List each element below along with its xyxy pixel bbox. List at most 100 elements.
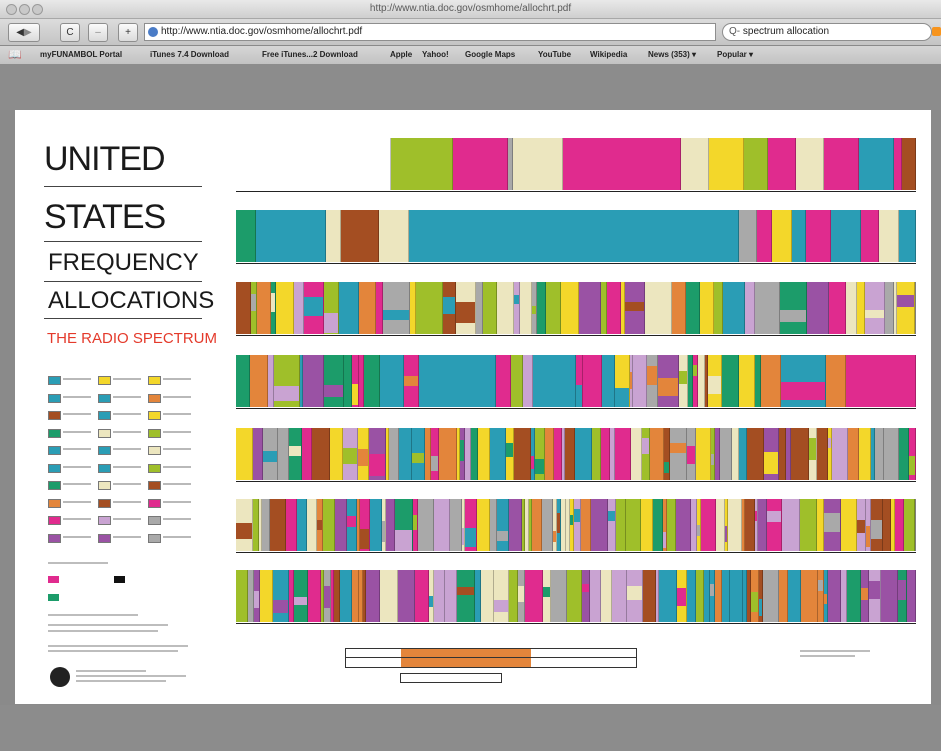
poster-title-united: UNITED — [44, 140, 166, 178]
allocation-segment — [543, 570, 551, 622]
bookmark-item[interactable]: YouTube — [538, 46, 571, 64]
band-baseline — [236, 552, 916, 553]
allocation-subsegment — [543, 587, 550, 597]
allocation-segment — [745, 499, 755, 551]
activity-code-swatch — [114, 576, 125, 583]
bookmark-item[interactable]: News (353) ▾ — [648, 46, 696, 64]
allocation-subsegment — [270, 519, 285, 527]
address-bar[interactable]: http://www.ntia.doc.gov/osmhome/allochrt… — [144, 23, 716, 41]
allocation-segment — [513, 138, 563, 190]
legend-swatch — [148, 393, 161, 403]
allocation-subsegment — [273, 600, 288, 613]
allocation-segment — [915, 282, 916, 334]
allocation-segment — [324, 570, 331, 622]
legend-text — [163, 500, 191, 503]
allocation-segment — [861, 210, 879, 262]
allocation-segment — [875, 428, 884, 480]
allocation-segment — [312, 428, 330, 480]
allocation-segment — [902, 138, 916, 190]
allocation-segment — [650, 428, 664, 480]
allocation-segment — [409, 210, 739, 262]
allocation-segment — [450, 499, 462, 551]
allocation-segment — [574, 499, 581, 551]
bookmark-item[interactable]: Yahoo! — [422, 46, 449, 64]
bookmark-item[interactable]: myFUNAMBOL Portal — [40, 46, 122, 64]
legend-note-line — [48, 624, 168, 626]
allocation-segment — [567, 570, 582, 622]
legend-swatch — [148, 463, 161, 473]
allocation-segment — [340, 570, 352, 622]
legend-swatch — [148, 428, 161, 438]
allocation-subsegment — [710, 584, 714, 596]
rss-icon[interactable] — [932, 27, 941, 36]
allocation-segment — [563, 138, 681, 190]
allocation-segment — [826, 355, 846, 407]
bookmarks-bar: 📖 myFUNAMBOL Portal iTunes 7.4 Download … — [0, 46, 941, 65]
allocation-segment — [848, 428, 859, 480]
bookmark-item[interactable]: Popular ▾ — [717, 46, 753, 64]
allocation-subsegment — [347, 516, 356, 527]
allocation-segment — [352, 355, 359, 407]
allocation-segment — [256, 210, 326, 262]
allocation-segment — [398, 570, 415, 622]
allocation-segment — [761, 355, 781, 407]
legend-swatch — [98, 516, 111, 525]
legend-swatch — [48, 428, 61, 438]
allocation-segment — [457, 570, 475, 622]
allocation-segment — [289, 428, 302, 480]
bookmark-item[interactable]: Free iTunes...2 Download — [262, 46, 358, 64]
stop-button[interactable]: – — [88, 23, 108, 42]
legend-text — [63, 465, 91, 468]
bookmark-item[interactable]: iTunes 7.4 Download — [150, 46, 229, 64]
allocation-segment — [565, 428, 575, 480]
allocation-segment — [782, 499, 800, 551]
allocation-subsegment — [557, 513, 560, 533]
reload-button[interactable]: C — [60, 23, 80, 42]
allocation-segment — [352, 570, 359, 622]
allocation-subsegment — [457, 587, 474, 595]
allocation-segment — [294, 282, 304, 334]
legend-text — [163, 378, 191, 380]
legend-text — [163, 535, 191, 538]
bookmarks-book-icon[interactable]: 📖 — [8, 46, 22, 64]
allocation-subsegment — [553, 531, 556, 542]
allocation-segment — [859, 138, 894, 190]
allocation-segment — [698, 355, 705, 407]
allocation-segment — [369, 428, 386, 480]
allocation-segment — [857, 499, 866, 551]
allocation-segment — [779, 570, 788, 622]
allocation-segment — [453, 138, 508, 190]
allocation-segment — [273, 570, 289, 622]
bookmark-item[interactable]: Apple — [390, 46, 412, 64]
legend-text — [113, 518, 141, 520]
allocation-segment — [383, 282, 410, 334]
allocation-segment — [380, 355, 404, 407]
back-forward-control[interactable]: ◀▶ — [8, 23, 40, 42]
allocation-segment — [339, 282, 359, 334]
pdf-viewer-background — [0, 65, 941, 110]
back-arrow-icon[interactable]: ◀ — [16, 27, 24, 38]
allocation-subsegment — [677, 588, 686, 606]
allocation-segment — [643, 570, 656, 622]
allocation-segment — [582, 570, 590, 622]
allocation-subsegment — [670, 443, 686, 453]
search-field[interactable]: Q‑ spectrum allocation — [722, 23, 932, 41]
add-bookmark-button[interactable]: + — [118, 23, 138, 42]
allocation-segment — [477, 499, 490, 551]
bookmark-item[interactable]: Wikipedia — [590, 46, 627, 64]
allocation-subsegment — [809, 438, 816, 460]
title-divider — [44, 186, 202, 187]
poster-subtitle: THE RADIO SPECTRUM — [47, 330, 218, 347]
legend-swatch — [148, 376, 161, 385]
allocation-subsegment — [615, 388, 629, 407]
bookmark-item[interactable]: Google Maps — [465, 46, 515, 64]
allocation-segment — [871, 499, 883, 551]
legend-swatch — [98, 498, 111, 508]
allocation-segment — [344, 355, 352, 407]
allocation-subsegment — [679, 371, 687, 384]
allocation-segment — [658, 355, 679, 407]
allocation-subsegment — [725, 526, 727, 542]
allocation-subsegment — [894, 313, 896, 329]
allocation-segment — [739, 210, 757, 262]
allocation-segment — [601, 570, 612, 622]
